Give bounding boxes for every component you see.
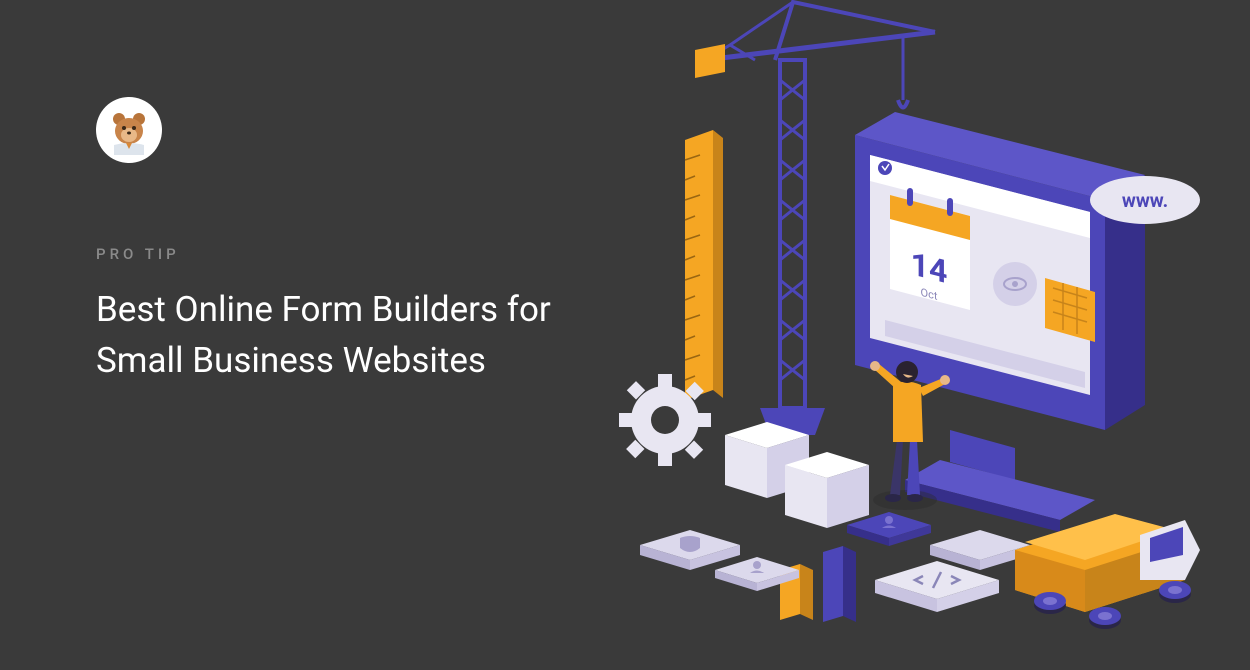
bear-mascot-icon	[104, 105, 154, 155]
bars-icon	[780, 546, 856, 622]
box-icon	[785, 452, 869, 528]
svg-text:www.: www.	[1122, 189, 1168, 212]
brand-avatar	[96, 97, 162, 163]
text-content: PRO TIP Best Online Form Builders for Sm…	[96, 245, 596, 387]
www-badge: www.	[1090, 176, 1200, 224]
eyebrow-label: PRO TIP	[96, 245, 596, 263]
shield-tile-icon	[640, 530, 740, 570]
ruler-icon	[685, 130, 723, 400]
dump-truck-icon	[1015, 514, 1200, 629]
gear-icon	[619, 374, 711, 466]
headline: Best Online Form Builders for Small Busi…	[96, 285, 596, 387]
construction-illustration: 14 Oct www.	[585, 0, 1205, 670]
